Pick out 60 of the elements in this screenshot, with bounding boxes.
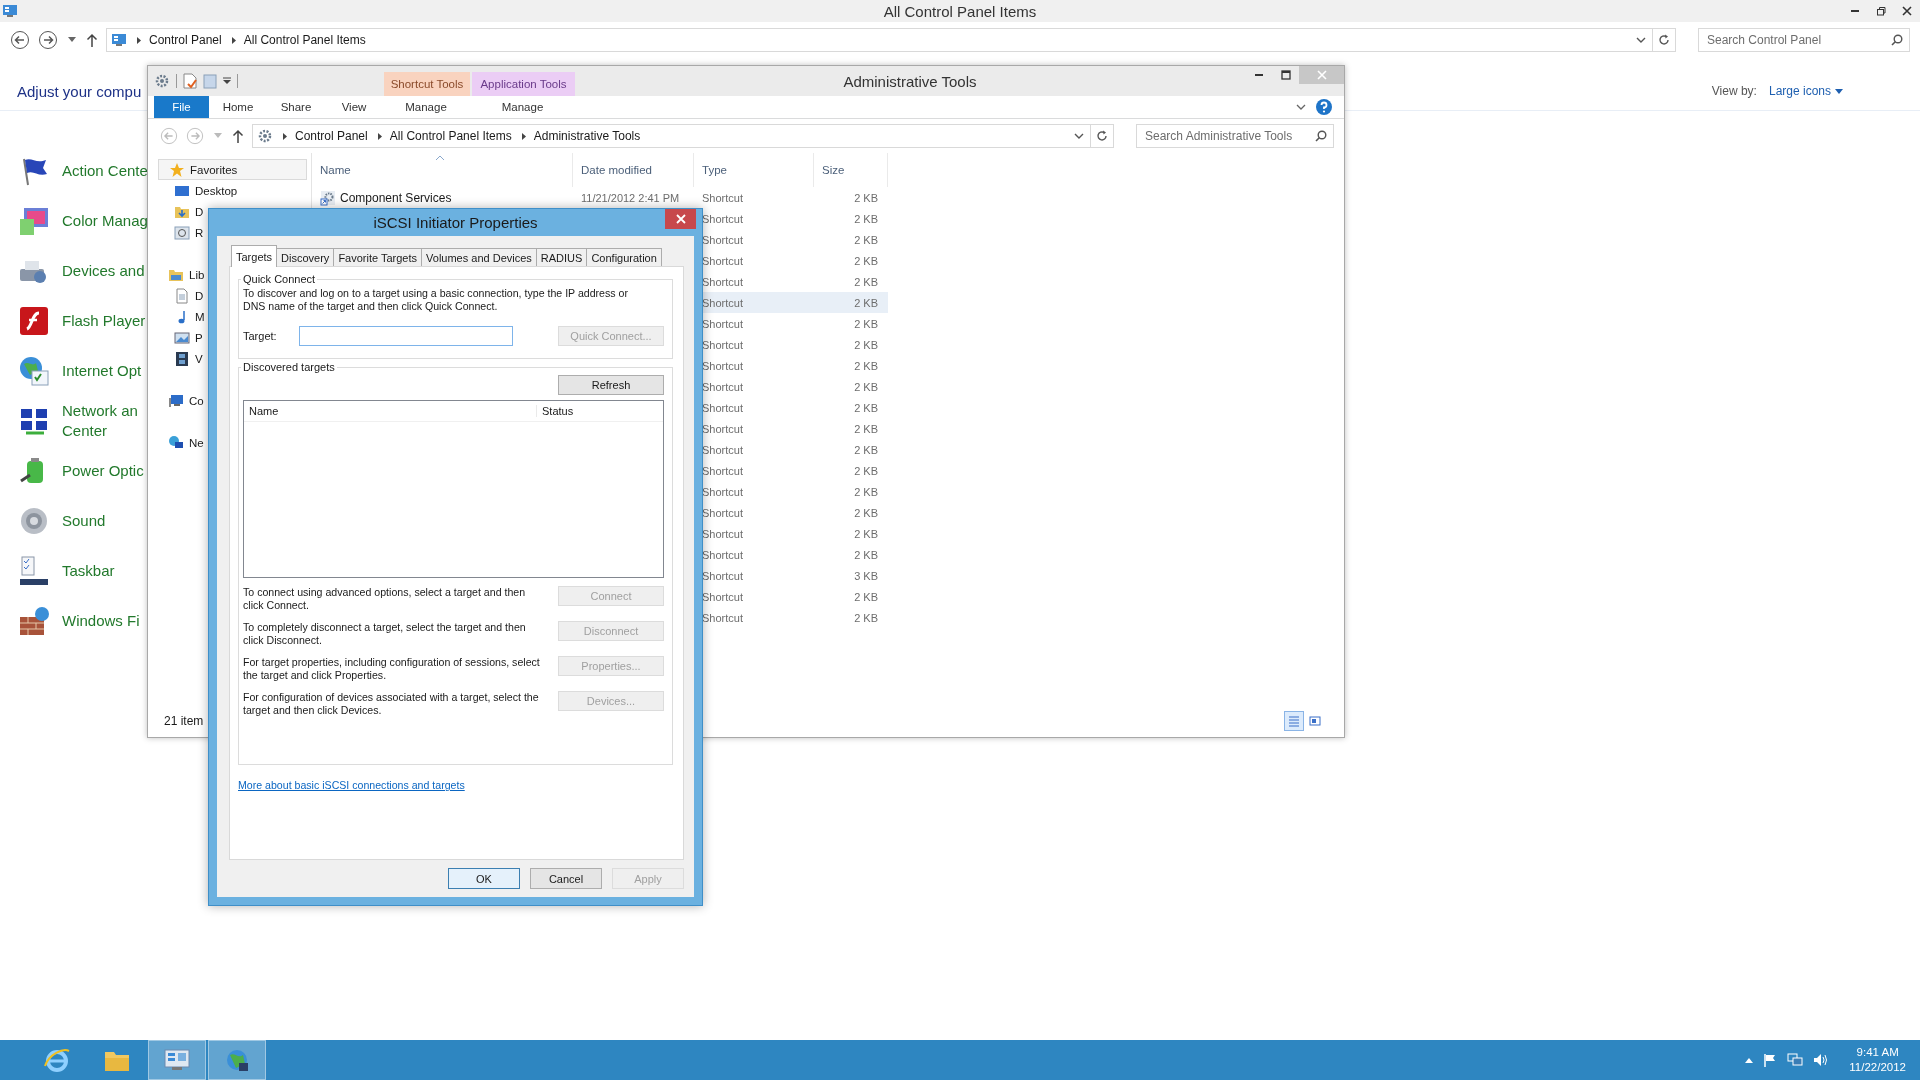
- file-type: Shortcut: [702, 338, 743, 351]
- file-type: Shortcut: [702, 233, 743, 246]
- file-date: 11/21/2012 2:41 PM: [581, 191, 680, 204]
- context-tab-header: Shortcut Tools: [384, 72, 470, 96]
- file-size: 2 KB: [854, 590, 878, 603]
- file-size: 2 KB: [854, 191, 878, 204]
- file-size: 2 KB: [854, 296, 878, 309]
- file-size: 2 KB: [854, 422, 878, 435]
- file-type: Shortcut: [702, 506, 743, 519]
- file-type: Shortcut: [702, 296, 743, 309]
- instruction-text: To connect using advanced options, select a target and then click Connect.: [243, 586, 527, 613]
- file-size: 2 KB: [854, 443, 878, 456]
- file-type: Shortcut: [702, 485, 743, 498]
- file-type: Shortcut: [702, 590, 743, 603]
- window-title: Administrative Tools: [842, 72, 978, 90]
- file-size: 2 KB: [854, 485, 878, 498]
- file-type: Shortcut: [702, 443, 743, 456]
- context-tab-header: Application Tools: [472, 72, 575, 96]
- file-type: Shortcut: [702, 380, 743, 393]
- file-size: 2 KB: [854, 338, 878, 351]
- file-type: Shortcut: [702, 569, 743, 582]
- file-type: Shortcut: [702, 359, 743, 372]
- file-type: Shortcut: [702, 401, 743, 414]
- file-size: 2 KB: [854, 212, 878, 225]
- page-heading: Adjust your compu: [17, 82, 142, 100]
- instruction-text: To discover and log on to a target using a basic connection, type the IP address or DNS name of the target and then click Quick Connect.: [243, 287, 629, 313]
- file-name: Component Services: [340, 190, 452, 205]
- file-type: Shortcut: [702, 527, 743, 540]
- file-type: Shortcut: [702, 275, 743, 288]
- file-size: 3 KB: [854, 569, 878, 582]
- group-label: Discovered targets: [242, 361, 336, 373]
- file-size: 2 KB: [854, 380, 878, 393]
- dialog-title: iSCSI Initiator Properties: [373, 214, 538, 231]
- file-size: 2 KB: [854, 506, 878, 519]
- file-type: Shortcut: [702, 548, 743, 561]
- file-type: Shortcut: [702, 254, 743, 267]
- file-type: Shortcut: [702, 422, 743, 435]
- file-type: Shortcut: [702, 317, 743, 330]
- file-size: 2 KB: [854, 401, 878, 414]
- file-size: 2 KB: [854, 254, 878, 267]
- file-type: Shortcut: [702, 611, 743, 624]
- window-title: All Control Panel Items: [882, 2, 1038, 20]
- file-size: 2 KB: [854, 611, 878, 624]
- file-size: 2 KB: [854, 527, 878, 540]
- file-size: 2 KB: [854, 464, 878, 477]
- instruction-text: To completely disconnect a target, select the target and then click Disconnect.: [243, 621, 527, 648]
- instruction-text: For target properties, including configuration of sessions, select the target and click Properties.: [243, 656, 541, 683]
- file-size: 2 KB: [854, 359, 878, 372]
- instruction-text: For configuration of devices associated with a target, select the target and then click Devices.: [243, 691, 540, 718]
- target-label: Target:: [243, 330, 278, 342]
- file-size: 2 KB: [854, 233, 878, 246]
- file-type: Shortcut: [702, 464, 743, 477]
- file-size: 2 KB: [854, 548, 878, 561]
- file-type: Shortcut: [702, 212, 743, 225]
- view-by-label: View by:: [1711, 84, 1757, 98]
- file-type: Shortcut: [702, 191, 743, 204]
- item-count: 21 item: [164, 714, 204, 728]
- file-size: 2 KB: [854, 275, 878, 288]
- group-label: Quick Connect: [242, 273, 317, 285]
- file-size: 2 KB: [854, 317, 878, 330]
